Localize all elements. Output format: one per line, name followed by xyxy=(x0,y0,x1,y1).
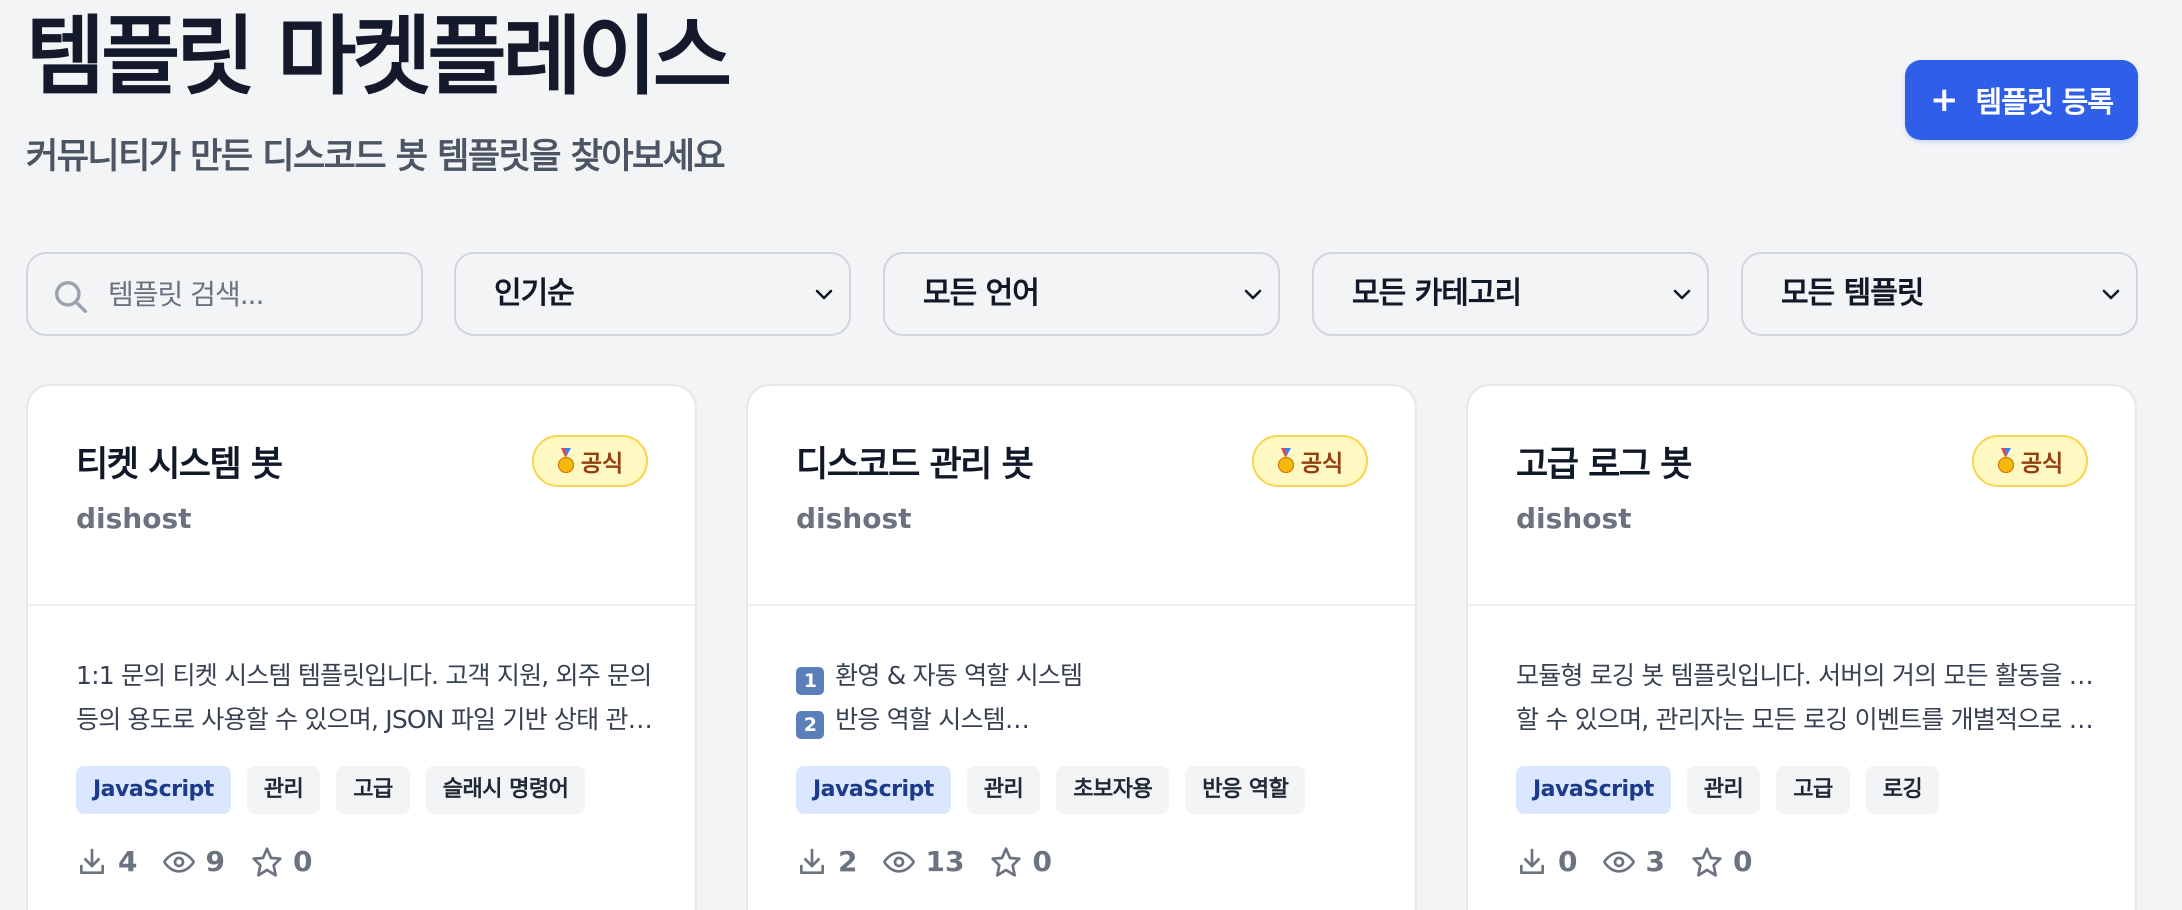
category-tag[interactable]: 관리 xyxy=(966,766,1041,814)
page-title: 템플릿 마켓플레이스 xyxy=(26,7,732,107)
template-type-select[interactable]: 모든 템플릿 xyxy=(1741,252,2138,336)
card-stats: 4 9 0 xyxy=(76,845,338,878)
description-line: 1 환영 & 자동 역할 시스템 xyxy=(796,654,1386,698)
card-description: 모듈형 로깅 봇 템플릿입니다. 서버의 거의 모든 활동을 로깅 할 수 있으… xyxy=(1516,654,2106,742)
star-icon xyxy=(252,846,282,877)
official-badge-label: 공식 xyxy=(1300,451,1344,477)
register-template-button[interactable]: + 템플릿 등록 xyxy=(1905,60,2138,140)
description-line: 모듈형 로깅 봇 템플릿입니다. 서버의 거의 모든 활동을 로깅 xyxy=(1516,661,2106,690)
official-badge-label: 공식 xyxy=(580,451,624,477)
eye-icon xyxy=(1603,850,1636,873)
official-badge-label: 공식 xyxy=(2020,451,2064,477)
description-line: 등의 용도로 사용할 수 있으며, JSON 파일 기반 상태 관… xyxy=(76,705,653,734)
star-count[interactable]: 0 xyxy=(990,845,1052,878)
chevron-down-icon xyxy=(1673,289,1691,300)
language-tag[interactable]: JavaScript xyxy=(76,766,231,814)
eye-icon xyxy=(163,850,196,873)
card-title: 고급 로그 봇 xyxy=(1516,445,1692,485)
marketplace-page: 템플릿 마켓플레이스 커뮤니티가 만든 디스코드 봇 템플릿을 찾아보세요 + … xyxy=(0,0,2182,910)
download-count: 0 xyxy=(1516,845,1577,878)
description-line: 1:1 문의 티켓 시스템 템플릿입니다. 고객 지원, 외주 문의 xyxy=(76,661,652,690)
level-tag[interactable]: 고급 xyxy=(1776,766,1850,814)
card-header: 티켓 시스템 봇 dishost 공식 xyxy=(28,386,695,606)
filter-bar: 인기순 모든 언어 모든 카테고리 모든 템플릿 xyxy=(26,252,2138,336)
category-tag[interactable]: 관리 xyxy=(1686,766,1761,814)
card-description: 1:1 문의 티켓 시스템 템플릿입니다. 고객 지원, 외주 문의 등의 용도… xyxy=(76,654,666,742)
star-count[interactable]: 0 xyxy=(1691,845,1752,878)
language-select-value: 모든 언어 xyxy=(923,276,1040,311)
view-count: 9 xyxy=(163,845,225,878)
official-badge: 공식 xyxy=(1252,435,1368,487)
download-count: 4 xyxy=(76,845,137,878)
download-icon xyxy=(80,848,104,874)
page-subtitle: 커뮤니티가 만든 디스코드 봇 템플릿을 찾아보세요 xyxy=(26,137,726,177)
medal-icon xyxy=(557,448,574,474)
keycap-number-icon: 2 xyxy=(796,711,824,739)
language-tag[interactable]: JavaScript xyxy=(1516,766,1671,814)
plus-icon: + xyxy=(1930,80,1958,120)
eye-icon xyxy=(883,850,916,873)
medal-icon xyxy=(1997,448,2014,474)
description-line: 할 수 있으며, 관리자는 모든 로깅 이벤트를 개별적으로 켜… xyxy=(1516,705,2106,734)
template-type-select-value: 모든 템플릿 xyxy=(1781,276,1924,311)
level-tag[interactable]: 고급 xyxy=(336,766,410,814)
template-card[interactable]: 디스코드 관리 봇 dishost 공식 1 환영 & 자동 역할 시스템 2 … xyxy=(746,384,1417,910)
star-count[interactable]: 0 xyxy=(251,845,312,878)
download-count: 2 xyxy=(796,845,857,878)
star-icon xyxy=(1692,846,1722,877)
category-tag[interactable]: 관리 xyxy=(246,766,321,814)
chevron-down-icon xyxy=(2102,289,2120,300)
card-stats: 0 3 0 xyxy=(1516,845,1778,878)
download-icon xyxy=(1520,848,1544,874)
search-box[interactable] xyxy=(26,252,423,336)
keycap-number-icon: 1 xyxy=(796,667,824,695)
chevron-down-icon xyxy=(815,289,833,300)
language-select[interactable]: 모든 언어 xyxy=(883,252,1280,336)
feature-tag[interactable]: 반응 역할 xyxy=(1185,766,1306,814)
card-author: dishost xyxy=(1516,502,1632,535)
level-tag[interactable]: 초보자용 xyxy=(1056,766,1170,814)
sort-select-value: 인기순 xyxy=(494,276,575,311)
view-count: 13 xyxy=(883,845,964,878)
medal-icon xyxy=(1277,448,1294,474)
card-title: 티켓 시스템 봇 xyxy=(76,445,283,485)
tag-list: JavaScript 관리 초보자용 반응 역할 xyxy=(796,766,1306,814)
language-tag[interactable]: JavaScript xyxy=(796,766,951,814)
tag-list: JavaScript 관리 고급 슬래시 명령어 xyxy=(76,766,586,814)
description-line: 2 반응 역할 시스템… xyxy=(796,698,1386,742)
official-badge: 공식 xyxy=(1972,435,2088,487)
template-card[interactable]: 티켓 시스템 봇 dishost 공식 1:1 문의 티켓 시스템 템플릿입니다… xyxy=(26,384,697,910)
register-template-label: 템플릿 등록 xyxy=(1975,85,2114,119)
card-stats: 2 13 0 xyxy=(796,845,1078,878)
card-header: 디스코드 관리 봇 dishost 공식 xyxy=(748,386,1415,606)
category-select[interactable]: 모든 카테고리 xyxy=(1312,252,1709,336)
category-select-value: 모든 카테고리 xyxy=(1352,276,1522,311)
card-author: dishost xyxy=(76,502,192,535)
official-badge: 공식 xyxy=(532,435,648,487)
chevron-down-icon xyxy=(1244,289,1262,300)
feature-tag[interactable]: 로깅 xyxy=(1865,766,1940,814)
search-input[interactable] xyxy=(108,254,398,334)
card-description: 1 환영 & 자동 역할 시스템 2 반응 역할 시스템… xyxy=(796,654,1386,742)
search-icon xyxy=(55,281,87,313)
sort-select[interactable]: 인기순 xyxy=(454,252,851,336)
view-count: 3 xyxy=(1603,845,1665,878)
feature-tag[interactable]: 슬래시 명령어 xyxy=(425,766,586,814)
card-header: 고급 로그 봇 dishost 공식 xyxy=(1468,386,2135,606)
template-card[interactable]: 고급 로그 봇 dishost 공식 모듈형 로깅 봇 템플릿입니다. 서버의 … xyxy=(1466,384,2137,910)
download-icon xyxy=(800,848,824,874)
card-title: 디스코드 관리 봇 xyxy=(796,445,1034,485)
star-icon xyxy=(991,846,1022,877)
card-author: dishost xyxy=(796,502,912,535)
tag-list: JavaScript 관리 고급 로깅 xyxy=(1516,766,1940,814)
